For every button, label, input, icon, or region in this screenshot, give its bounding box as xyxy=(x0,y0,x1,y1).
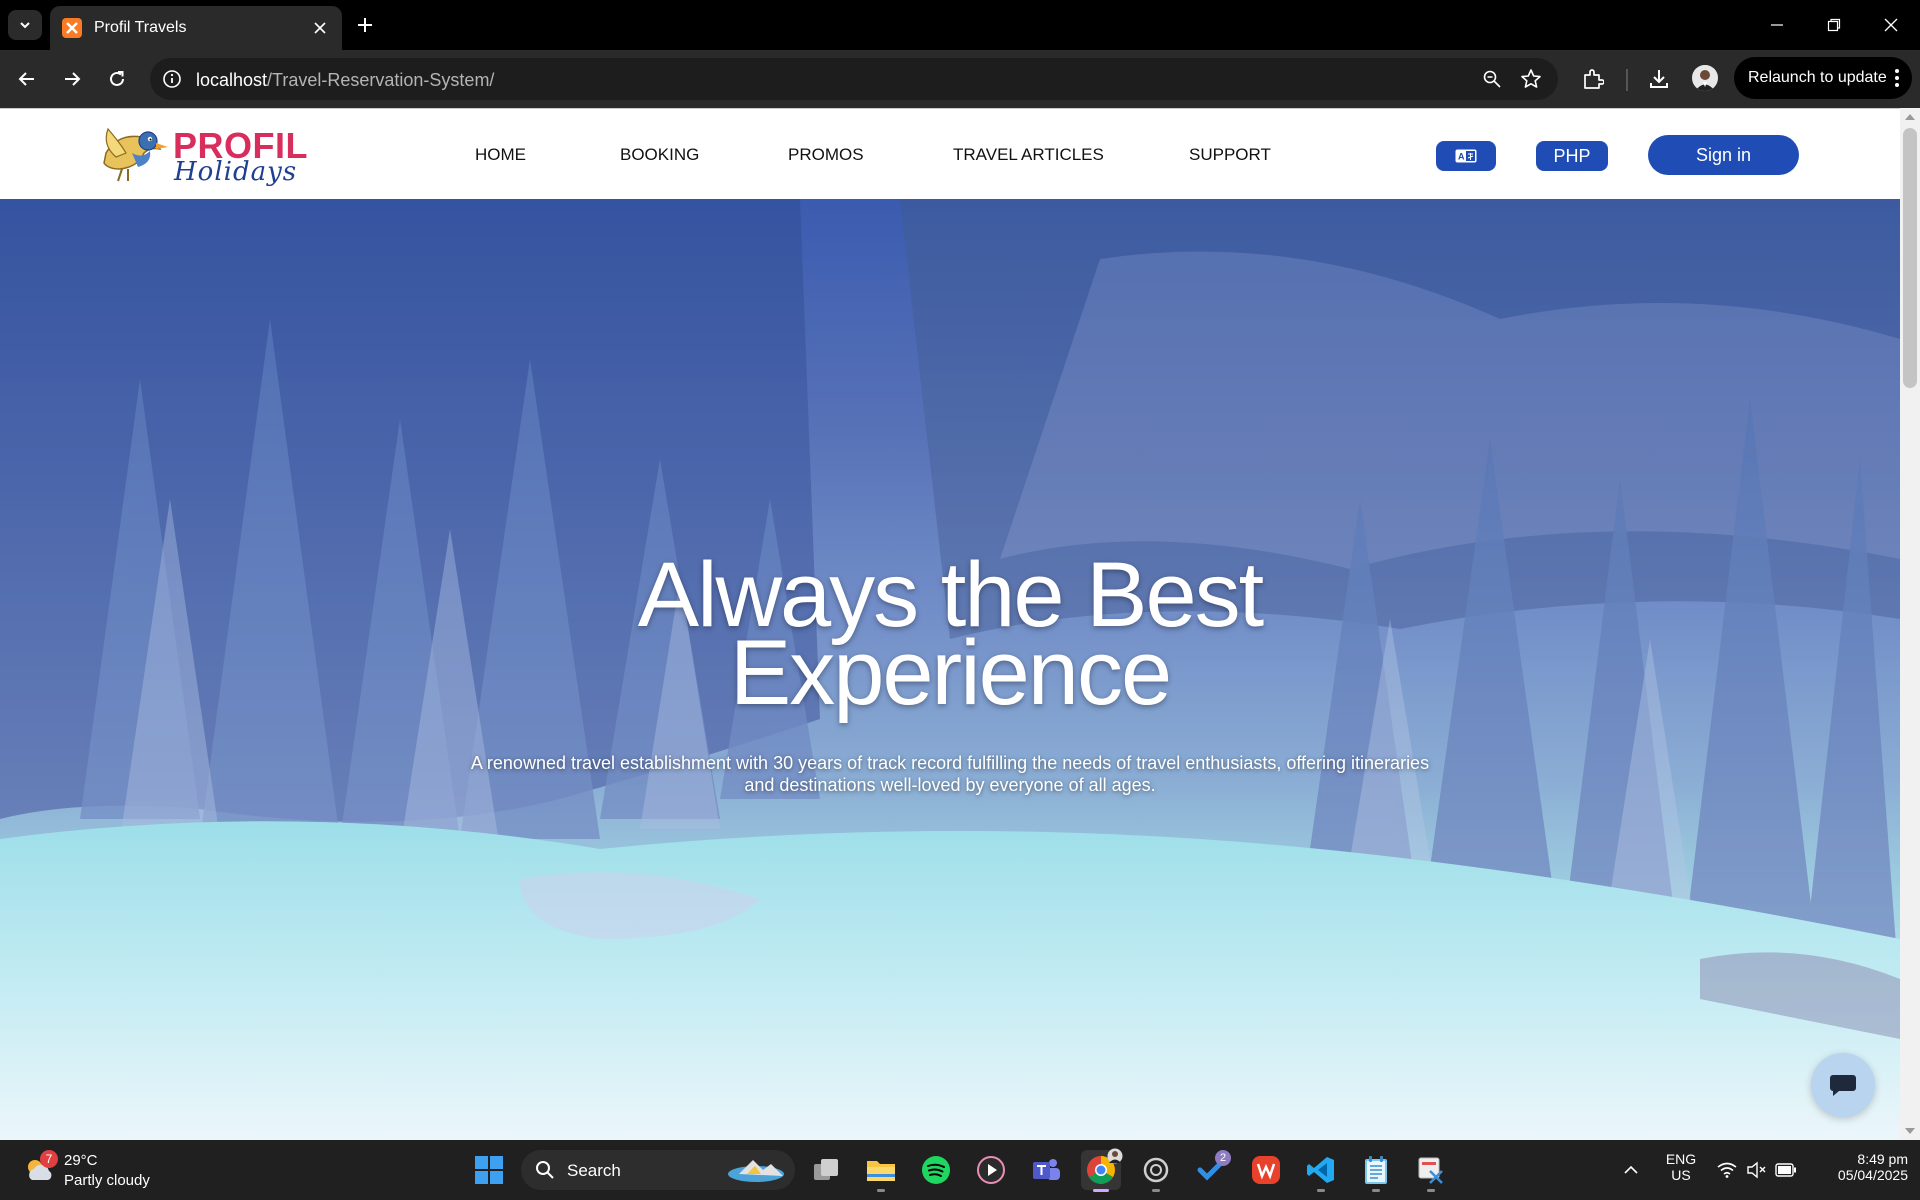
battery-icon[interactable] xyxy=(1775,1159,1797,1181)
sign-in-button[interactable]: Sign in xyxy=(1648,135,1799,175)
browser-toolbar: localhost/Travel-Reservation-System/ xyxy=(0,50,1920,108)
nav-booking[interactable]: BOOKING xyxy=(620,145,699,165)
windows-start-icon[interactable] xyxy=(469,1150,509,1190)
new-tab-icon[interactable] xyxy=(352,12,378,38)
site-info-icon[interactable] xyxy=(162,69,182,89)
scroll-up-arrow-icon[interactable] xyxy=(1905,114,1915,120)
chat-button[interactable] xyxy=(1811,1053,1875,1117)
url-host: localhost xyxy=(196,70,268,90)
clock-time: 8:49 pm xyxy=(1857,1151,1908,1167)
hero-section: Always the Best Experience A renowned tr… xyxy=(0,199,1900,1140)
task-view-icon[interactable] xyxy=(806,1150,846,1190)
minimize-icon[interactable] xyxy=(1757,10,1797,40)
app-ring-icon[interactable] xyxy=(1136,1150,1176,1192)
restore-icon[interactable] xyxy=(1814,10,1854,40)
media-player-icon[interactable] xyxy=(971,1150,1011,1190)
zoom-icon[interactable] xyxy=(1482,69,1502,89)
tab-list-button[interactable] xyxy=(8,10,42,40)
currency-button[interactable]: PHP xyxy=(1536,141,1608,171)
taskbar-search[interactable]: Search xyxy=(521,1150,795,1190)
nav-promos[interactable]: PROMOS xyxy=(788,145,864,165)
teams-icon[interactable] xyxy=(1026,1150,1066,1190)
spotify-icon[interactable] xyxy=(916,1150,956,1190)
logo-sub-text: Holidays xyxy=(174,157,298,187)
bookmark-star-icon[interactable] xyxy=(1520,68,1542,90)
profile-avatar[interactable] xyxy=(1692,65,1718,91)
weather-alert-badge: 7 xyxy=(40,1150,58,1168)
scroll-down-arrow-icon[interactable] xyxy=(1905,1128,1915,1134)
search-icon xyxy=(536,1161,554,1179)
show-hidden-icons-chevron-icon[interactable] xyxy=(1620,1159,1642,1181)
browser-tab[interactable]: Profil Travels xyxy=(50,6,342,50)
toolbar-divider xyxy=(1626,69,1628,91)
browser-tab-bar: Profil Travels xyxy=(0,0,1920,50)
back-icon[interactable] xyxy=(12,64,42,94)
hero-subtitle: A renowned travel establishment with 30 … xyxy=(470,753,1430,795)
bird-mascot-icon xyxy=(103,127,168,182)
hero-title-line-2: Experience xyxy=(729,622,1172,724)
page-scrollbar[interactable] xyxy=(1900,108,1920,1140)
site-header: PROFIL Holidays HOME BOOKING PROMOS TRAV… xyxy=(0,108,1900,199)
site-logo[interactable]: PROFIL Holidays xyxy=(98,117,308,193)
lang-line-1: ENG xyxy=(1665,1151,1697,1167)
url-path: /Travel-Reservation-System/ xyxy=(267,70,495,90)
scroll-thumb[interactable] xyxy=(1903,128,1917,388)
wps-office-icon[interactable] xyxy=(1246,1150,1286,1190)
extensions-icon[interactable] xyxy=(1579,65,1607,93)
lang-line-2: US xyxy=(1671,1167,1691,1183)
relaunch-to-update-button[interactable]: Relaunch to update xyxy=(1734,57,1912,99)
todo-count-badge: 2 xyxy=(1215,1150,1231,1166)
language-button[interactable]: A xyxy=(1436,141,1496,171)
snipping-tool-icon[interactable] xyxy=(1411,1150,1451,1192)
vscode-icon[interactable] xyxy=(1301,1150,1341,1192)
address-bar[interactable]: localhost/Travel-Reservation-System/ xyxy=(150,58,1558,100)
keyboard-language[interactable]: ENG US xyxy=(1660,1151,1702,1183)
nav-home[interactable]: HOME xyxy=(475,145,526,165)
volume-muted-icon[interactable] xyxy=(1745,1159,1767,1181)
nav-travel-articles[interactable]: TRAVEL ARTICLES xyxy=(953,145,1104,165)
chevron-down-icon xyxy=(20,22,30,29)
translate-icon: A xyxy=(1455,149,1477,163)
tab-close-icon[interactable] xyxy=(310,18,330,38)
chrome-icon[interactable] xyxy=(1081,1148,1123,1192)
tab-title: Profil Travels xyxy=(94,19,187,36)
nav-support[interactable]: SUPPORT xyxy=(1189,145,1271,165)
relaunch-label: Relaunch to update xyxy=(1748,69,1887,86)
todo-icon[interactable]: 2 xyxy=(1191,1150,1231,1190)
menu-dots-icon[interactable] xyxy=(1894,67,1900,89)
search-label: Search xyxy=(567,1161,621,1180)
reload-icon[interactable] xyxy=(102,64,132,94)
xampp-favicon-icon xyxy=(62,18,82,38)
windows-taskbar: 7 29°C Partly cloudy Search 2 ENG US 8:4… xyxy=(0,1140,1920,1200)
url-text: localhost/Travel-Reservation-System/ xyxy=(196,70,494,91)
downloads-icon[interactable] xyxy=(1645,65,1673,93)
forward-icon[interactable] xyxy=(57,64,87,94)
close-window-icon[interactable] xyxy=(1871,10,1911,40)
page-viewport: PROFIL Holidays HOME BOOKING PROMOS TRAV… xyxy=(0,108,1920,1140)
hero-title: Always the Best Experience xyxy=(0,549,1900,724)
chat-bubble-icon xyxy=(1830,1075,1856,1096)
wifi-icon[interactable] xyxy=(1716,1159,1738,1181)
search-highlight-icon xyxy=(728,1160,784,1182)
clock[interactable]: 8:49 pm 05/04/2025 xyxy=(1808,1151,1908,1183)
weather-temp: 29°C xyxy=(64,1152,98,1169)
file-explorer-icon[interactable] xyxy=(861,1150,901,1192)
chrome-profile-badge xyxy=(1107,1148,1123,1164)
notepad-icon[interactable] xyxy=(1356,1150,1396,1192)
weather-condition: Partly cloudy xyxy=(64,1172,150,1189)
svg-text:A: A xyxy=(1458,152,1465,162)
weather-widget[interactable]: 7 29°C Partly cloudy xyxy=(22,1148,172,1192)
clock-date: 05/04/2025 xyxy=(1837,1167,1908,1183)
